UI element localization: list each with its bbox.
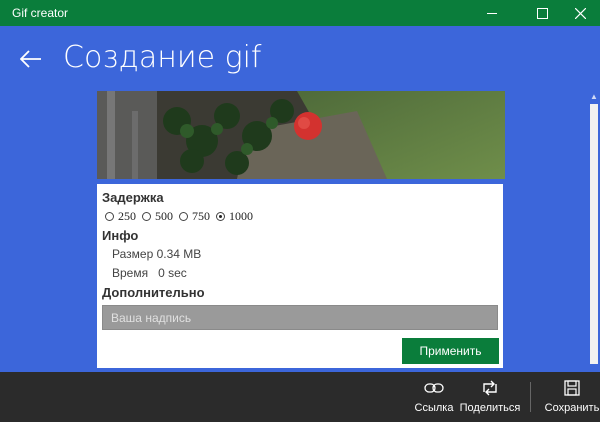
back-arrow-icon	[20, 50, 41, 68]
back-button[interactable]	[14, 44, 48, 74]
delay-option-250[interactable]: 250	[105, 209, 136, 224]
page-header: Создание gif	[0, 26, 600, 90]
apply-button[interactable]: Применить	[402, 338, 499, 364]
delay-option-label: 500	[155, 208, 173, 223]
scroll-up-arrow-icon[interactable]: ▲	[588, 90, 600, 102]
radio-icon	[179, 211, 188, 221]
time-info: Время 0 sec	[112, 266, 187, 280]
scroll-thumb[interactable]	[590, 104, 598, 364]
share-icon	[481, 378, 499, 398]
delay-option-label: 750	[192, 208, 210, 223]
share-label: Поделиться	[459, 402, 521, 414]
delay-option-500[interactable]: 500	[142, 209, 173, 224]
minimize-icon	[487, 12, 497, 14]
page-title: Создание gif	[63, 40, 262, 75]
delay-radio-group: 250 500 750 1000	[105, 208, 259, 224]
link-label: Ссылка	[414, 402, 454, 414]
close-icon	[574, 7, 586, 19]
delay-option-1000[interactable]: 1000	[216, 209, 253, 224]
delay-option-label: 250	[118, 208, 136, 223]
delay-option-750[interactable]: 750	[179, 209, 210, 224]
command-bar: Ссылка Поделиться Сохранить	[0, 372, 600, 422]
link-icon	[424, 378, 444, 398]
delay-label: Задержка	[102, 190, 164, 205]
window-title: Gif creator	[12, 6, 69, 20]
save-label: Сохранить	[544, 402, 600, 414]
delay-option-label: 1000	[229, 208, 253, 223]
settings-panel: Задержка 250 500 750 1000 Инфо Размер 0.…	[97, 184, 503, 368]
radio-icon	[142, 211, 151, 221]
minimize-button[interactable]	[472, 0, 512, 26]
radio-checked-icon	[216, 211, 225, 221]
size-info: Размер 0.34 MB	[112, 247, 202, 261]
share-button[interactable]: Поделиться	[460, 378, 520, 418]
close-button[interactable]	[560, 0, 600, 26]
title-bar: Gif creator	[0, 0, 600, 26]
info-label: Инфо	[102, 228, 139, 243]
radio-icon	[105, 211, 114, 221]
scrollbar[interactable]: ▲	[588, 90, 600, 372]
command-separator	[530, 382, 531, 412]
caption-input[interactable]	[102, 305, 498, 330]
garden-photo	[97, 91, 505, 179]
save-button[interactable]: Сохранить	[544, 378, 600, 418]
link-button[interactable]: Ссылка	[414, 378, 454, 418]
gif-preview-image	[97, 91, 505, 179]
extra-label: Дополнительно	[102, 285, 205, 300]
maximize-icon	[536, 7, 548, 19]
save-icon	[564, 378, 580, 398]
maximize-button[interactable]	[522, 0, 562, 26]
